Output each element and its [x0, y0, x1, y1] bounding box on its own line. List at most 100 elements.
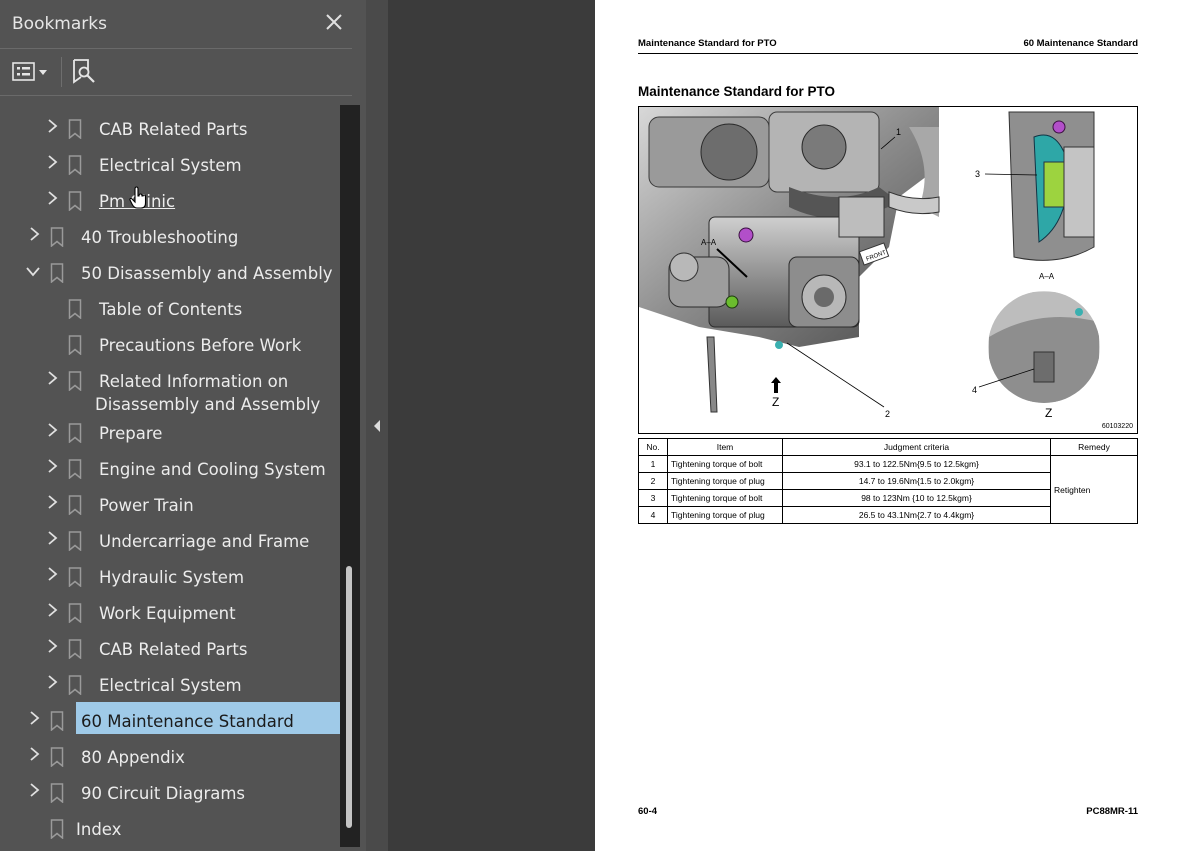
bookmark-label: Electrical System — [99, 156, 242, 175]
scrollbar-thumb[interactable] — [346, 566, 352, 828]
col-remedy: Remedy — [1050, 438, 1138, 456]
bookmarks-toolbar — [0, 49, 366, 95]
toolbar-divider — [61, 57, 62, 87]
chevron-right-icon[interactable] — [46, 155, 58, 169]
callout-4: 4 — [972, 385, 977, 395]
callout-2: 2 — [885, 409, 890, 419]
cell-criteria: 14.7 to 19.6Nm{1.5 to 2.0kgm} — [782, 472, 1051, 490]
cell-item: Tightening torque of bolt — [667, 455, 783, 473]
chevron-right-icon[interactable] — [28, 227, 40, 241]
bookmark-label: Precautions Before Work — [99, 336, 302, 355]
cell-no: 3 — [638, 489, 668, 507]
table-header-row: No. Item Judgment criteria Remedy — [638, 438, 1138, 456]
col-criteria: Judgment criteria — [782, 438, 1051, 456]
bookmark-icon — [50, 263, 64, 283]
cell-no: 4 — [638, 506, 668, 524]
bookmark-label: Index — [76, 820, 122, 839]
page-number: 60-4 — [638, 806, 658, 817]
bookmark-label: Power Train — [99, 496, 194, 515]
pto-illustration: FRONT A–A 1 2 Z A–A 3 4 Z — [639, 107, 1100, 420]
bookmark-icon — [50, 227, 64, 247]
view-z-label-2: Z — [1045, 406, 1052, 420]
bookmark-label: 50 Disassembly and Assembly — [81, 264, 333, 283]
bookmark-icon — [68, 567, 82, 587]
bookmarks-panel: Bookmarks CAB Related Parts Electrical S… — [0, 0, 366, 851]
table-row: 1 Tightening torque of bolt 93.1 to 122.… — [638, 455, 1138, 524]
cell-item: Tightening torque of plug — [667, 506, 783, 524]
bookmark-label: Prepare — [99, 424, 163, 443]
bookmark-label: Undercarriage and Frame — [99, 532, 310, 551]
list-options-icon[interactable] — [10, 60, 52, 84]
chevron-right-icon[interactable] — [46, 603, 58, 617]
bookmark-label: 40 Troubleshooting — [81, 228, 239, 247]
divider — [0, 95, 352, 96]
col-no: No. — [638, 438, 668, 456]
bookmark-icon — [68, 531, 82, 551]
bookmarks-title: Bookmarks — [12, 14, 107, 34]
bookmark-icon — [68, 495, 82, 515]
chevron-right-icon[interactable] — [46, 567, 58, 581]
chevron-right-icon[interactable] — [46, 191, 58, 205]
bookmark-icon — [68, 299, 82, 319]
find-bookmark-icon[interactable] — [70, 58, 98, 86]
bookmark-label: 80 Appendix — [81, 748, 185, 767]
bookmark-icon — [68, 371, 82, 391]
bookmark-label: Work Equipment — [99, 604, 236, 623]
bookmark-label: Engine and Cooling System — [99, 460, 326, 479]
callout-1: 1 — [896, 127, 901, 137]
callout-3: 3 — [975, 169, 980, 179]
bookmark-label: CAB Related Parts — [99, 120, 248, 139]
cell-item: Tightening torque of bolt — [667, 489, 783, 507]
hand-cursor-icon — [129, 186, 147, 209]
bookmark-label: 90 Circuit Diagrams — [81, 784, 246, 803]
chevron-right-icon[interactable] — [28, 747, 40, 761]
bookmark-icon — [68, 423, 82, 443]
cell-no: 1 — [638, 455, 668, 473]
cell-criteria: 26.5 to 43.1Nm{2.7 to 4.4kgm} — [782, 506, 1051, 524]
bookmark-icon — [68, 639, 82, 659]
view-z-label: Z — [772, 395, 779, 409]
cell-criteria: 98 to 123Nm {10 to 12.5kgm} — [782, 489, 1051, 507]
page-title: Maintenance Standard for PTO — [638, 84, 836, 99]
col-item: Item — [667, 438, 783, 456]
chevron-right-icon[interactable] — [46, 371, 58, 385]
bookmark-icon — [68, 191, 82, 211]
collapse-panel-icon[interactable] — [373, 419, 381, 433]
close-icon[interactable] — [322, 10, 346, 34]
bookmark-icon — [68, 155, 82, 175]
bookmark-icon — [68, 603, 82, 623]
chevron-right-icon[interactable] — [46, 531, 58, 545]
pto-figure: FRONT A–A 1 2 Z A–A 3 4 Z 60103220 — [638, 106, 1138, 434]
bookmark-icon — [50, 783, 64, 803]
chevron-right-icon[interactable] — [46, 639, 58, 653]
running-header-right: 60 Maintenance Standard — [1023, 38, 1138, 49]
bookmark-icon — [68, 335, 82, 355]
bookmark-icon — [50, 819, 64, 839]
figure-id: 60103220 — [1101, 423, 1133, 430]
cell-criteria: 93.1 to 122.5Nm{9.5 to 12.5kgm} — [782, 455, 1051, 473]
chevron-right-icon[interactable] — [46, 495, 58, 509]
maintenance-standard-table: No. Item Judgment criteria Remedy 1 Tigh… — [638, 438, 1138, 524]
chevron-right-icon[interactable] — [46, 675, 58, 689]
bookmarks-header: Bookmarks — [0, 0, 366, 48]
chevron-down-icon[interactable] — [26, 265, 40, 277]
bookmark-label: Hydraulic System — [99, 568, 245, 587]
header-rule — [638, 53, 1138, 54]
bookmark-label: Electrical System — [99, 676, 242, 695]
chevron-right-icon[interactable] — [28, 711, 40, 725]
bookmark-tree: CAB Related Parts Electrical System Pm C… — [0, 106, 340, 846]
chevron-right-icon[interactable] — [46, 119, 58, 133]
section-aa-label: A–A — [1039, 272, 1055, 281]
running-header-left: Maintenance Standard for PTO — [638, 38, 777, 49]
chevron-right-icon[interactable] — [46, 423, 58, 437]
chevron-right-icon[interactable] — [28, 783, 40, 797]
cell-no: 2 — [638, 472, 668, 490]
bookmark-icon — [68, 119, 82, 139]
bookmark-icon — [68, 675, 82, 695]
bookmark-icon — [68, 459, 82, 479]
document-viewer-background — [388, 0, 595, 851]
bookmark-icon — [50, 711, 64, 731]
chevron-right-icon[interactable] — [46, 459, 58, 473]
cell-remedy: Retighten — [1050, 455, 1138, 524]
bookmark-label: Related Information on — [99, 372, 289, 391]
